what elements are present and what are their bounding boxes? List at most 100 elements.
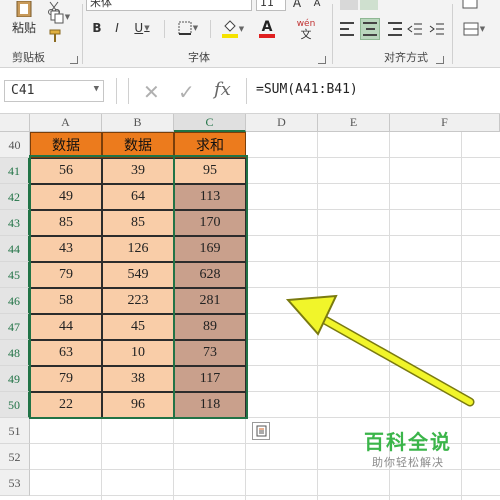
row-header-40[interactable]: 40 xyxy=(0,132,30,158)
chevron-down-icon[interactable]: ▼ xyxy=(94,84,99,94)
row-header-47[interactable]: 47 xyxy=(0,314,30,340)
wrap-text-button[interactable] xyxy=(460,0,480,10)
font-name-value: 宋体 xyxy=(90,0,112,9)
row-header-42[interactable]: 42 xyxy=(0,184,30,210)
data-cell[interactable]: 223 xyxy=(102,288,174,314)
clipboard-launcher-icon[interactable] xyxy=(70,56,78,64)
gridline xyxy=(30,495,500,496)
name-box-value: C41 xyxy=(11,83,35,98)
divider xyxy=(452,4,453,64)
column-header-f[interactable]: F xyxy=(390,114,500,132)
row-header-52[interactable]: 52 xyxy=(0,444,30,470)
data-cell[interactable]: 38 xyxy=(102,366,174,392)
row-header-50[interactable]: 50 xyxy=(0,392,30,418)
data-cell[interactable]: 10 xyxy=(102,340,174,366)
sum-cell[interactable]: 89 xyxy=(174,314,246,340)
increase-indent-button[interactable] xyxy=(428,20,446,38)
data-cell[interactable]: 96 xyxy=(102,392,174,418)
paste-button[interactable]: 粘贴 xyxy=(6,0,42,38)
data-cell[interactable]: 64 xyxy=(102,184,174,210)
header-cell[interactable]: 数据 xyxy=(102,132,174,158)
data-cell[interactable]: 79 xyxy=(30,366,102,392)
fill-color-button[interactable]: ▼ xyxy=(218,18,248,40)
data-cell[interactable]: 39 xyxy=(102,158,174,184)
bottom-align-button[interactable] xyxy=(380,0,398,10)
format-painter-button[interactable] xyxy=(46,28,64,44)
alignment-launcher-icon[interactable] xyxy=(436,56,444,64)
decrease-indent-button[interactable] xyxy=(406,20,424,38)
row-header-43[interactable]: 43 xyxy=(0,210,30,236)
phonetic-button[interactable]: wén 文 xyxy=(292,18,320,40)
quick-analysis-button[interactable] xyxy=(252,422,270,440)
row-header-49[interactable]: 49 xyxy=(0,366,30,392)
row-header-44[interactable]: 44 xyxy=(0,236,30,262)
row-header-46[interactable]: 46 xyxy=(0,288,30,314)
sum-cell[interactable]: 170 xyxy=(174,210,246,236)
italic-button[interactable]: I xyxy=(108,18,126,38)
data-cell[interactable]: 63 xyxy=(30,340,102,366)
confirm-formula-icon[interactable]: ✓ xyxy=(178,80,195,104)
select-all-corner[interactable] xyxy=(0,114,30,132)
border-icon xyxy=(178,21,192,35)
cancel-formula-icon[interactable]: ✕ xyxy=(143,80,160,104)
align-right-button[interactable] xyxy=(384,20,402,38)
column-header-a[interactable]: A xyxy=(30,114,102,132)
bold-button[interactable]: B xyxy=(88,18,106,38)
data-cell[interactable]: 549 xyxy=(102,262,174,288)
font-name-select[interactable]: 宋体 xyxy=(86,0,252,11)
column-header-e[interactable]: E xyxy=(318,114,390,132)
shrink-font-button[interactable]: A xyxy=(310,0,324,10)
row-header-45[interactable]: 45 xyxy=(0,262,30,288)
divider xyxy=(116,78,117,104)
font-color-icon: A xyxy=(261,19,273,35)
sum-cell[interactable]: 113 xyxy=(174,184,246,210)
border-button[interactable]: ▼ xyxy=(174,18,202,38)
formula-input[interactable]: =SUM(A41:B41) xyxy=(256,82,358,97)
row-header-53[interactable]: 53 xyxy=(0,470,30,496)
grow-font-button[interactable]: A xyxy=(290,0,304,10)
underline-button[interactable]: U ▼ xyxy=(128,18,156,38)
header-cell[interactable]: 求和 xyxy=(174,132,246,158)
data-cell[interactable]: 45 xyxy=(102,314,174,340)
data-cell[interactable]: 58 xyxy=(30,288,102,314)
chevron-down-icon[interactable]: ▼ xyxy=(65,13,70,21)
data-cell[interactable]: 49 xyxy=(30,184,102,210)
data-cell[interactable]: 126 xyxy=(102,236,174,262)
data-cell[interactable]: 85 xyxy=(102,210,174,236)
font-launcher-icon[interactable] xyxy=(318,56,326,64)
sum-cell[interactable]: 118 xyxy=(174,392,246,418)
merge-icon xyxy=(463,22,479,36)
middle-align-button[interactable] xyxy=(360,0,378,10)
column-header-b[interactable]: B xyxy=(102,114,174,132)
data-cell[interactable]: 79 xyxy=(30,262,102,288)
ribbon: 粘贴 ▼ 剪贴板 宋体 11 A A B I U ▼ ▼ ▼ A wén 文 字… xyxy=(0,0,500,68)
insert-function-button[interactable]: fx xyxy=(214,79,231,100)
header-cell[interactable]: 数据 xyxy=(30,132,102,158)
sum-cell[interactable]: 117 xyxy=(174,366,246,392)
row-header-48[interactable]: 48 xyxy=(0,340,30,366)
column-header-d[interactable]: D xyxy=(246,114,318,132)
sum-cell[interactable]: 628 xyxy=(174,262,246,288)
data-cell[interactable]: 22 xyxy=(30,392,102,418)
font-size-select[interactable]: 11 xyxy=(256,0,286,11)
watermark-title: 百科全说 xyxy=(364,430,452,454)
sum-cell[interactable]: 169 xyxy=(174,236,246,262)
data-cell[interactable]: 56 xyxy=(30,158,102,184)
column-header-c[interactable]: C xyxy=(174,114,246,132)
merge-button[interactable]: ▼ xyxy=(460,20,488,38)
align-center-button[interactable] xyxy=(360,18,380,40)
data-cell[interactable]: 85 xyxy=(30,210,102,236)
row-header-51[interactable]: 51 xyxy=(0,418,30,444)
copy-button[interactable]: ▼ xyxy=(46,8,74,26)
name-box[interactable]: C41 ▼ xyxy=(4,80,104,102)
data-cell[interactable]: 43 xyxy=(30,236,102,262)
sum-cell[interactable]: 95 xyxy=(174,158,246,184)
shrink-font-icon: A xyxy=(313,0,321,9)
align-left-button[interactable] xyxy=(340,20,358,38)
font-color-button[interactable]: A xyxy=(252,18,282,40)
sum-cell[interactable]: 281 xyxy=(174,288,246,314)
top-align-button[interactable] xyxy=(340,0,358,10)
sum-cell[interactable]: 73 xyxy=(174,340,246,366)
data-cell[interactable]: 44 xyxy=(30,314,102,340)
row-header-41[interactable]: 41 xyxy=(0,158,30,184)
